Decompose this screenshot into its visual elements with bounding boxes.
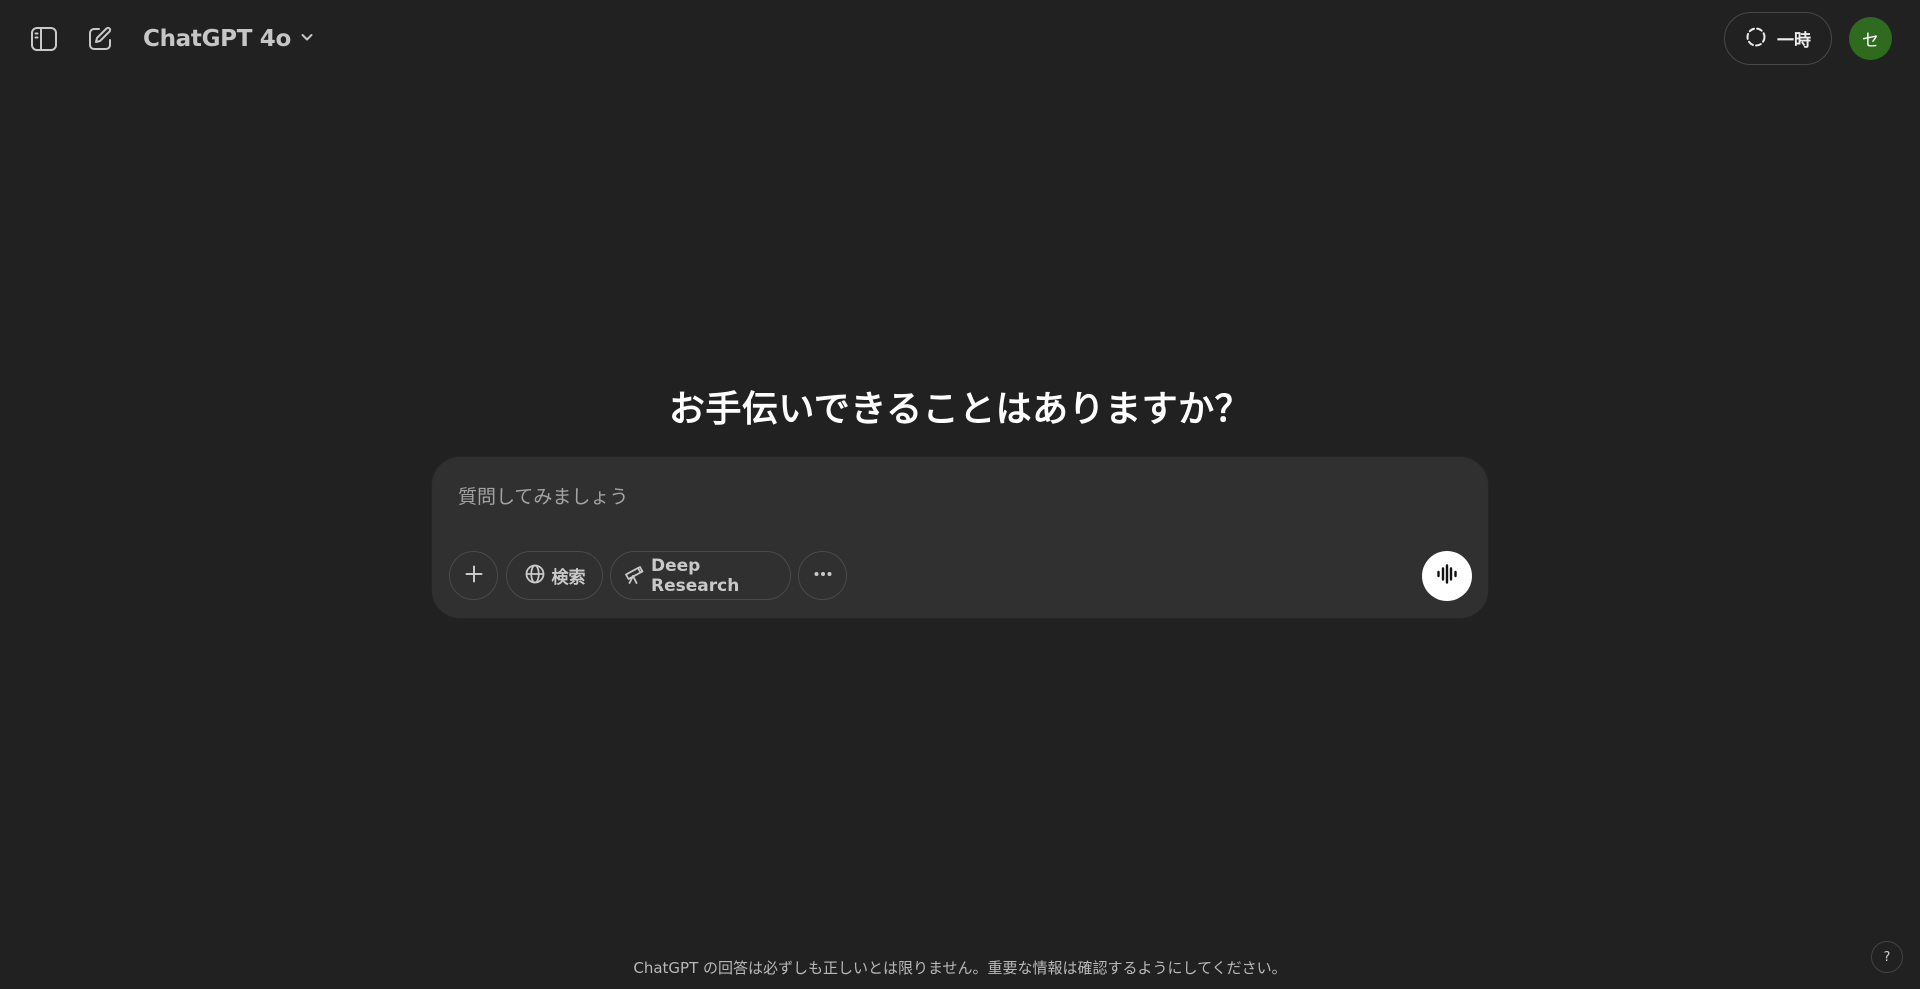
search-label: 検索 xyxy=(551,568,586,588)
avatar[interactable]: セ xyxy=(1849,17,1892,60)
top-bar: ChatGPT 4o 一時 セ xyxy=(0,0,1920,78)
composer: 検索 Deep Research xyxy=(432,457,1488,618)
attach-button[interactable] xyxy=(449,551,498,600)
search-button[interactable]: 検索 xyxy=(506,551,603,600)
chevron-down-icon xyxy=(299,29,315,49)
model-selector[interactable]: ChatGPT 4o xyxy=(133,19,325,59)
deep-research-button[interactable]: Deep Research xyxy=(610,551,791,600)
temporary-chat-label: 一時 xyxy=(1777,31,1811,51)
prompt-input[interactable] xyxy=(456,477,1356,517)
ellipsis-icon xyxy=(812,563,834,589)
deep-research-label: Deep Research xyxy=(651,555,740,596)
globe-icon xyxy=(524,563,546,589)
model-label: ChatGPT 4o xyxy=(143,26,292,52)
page-title: お手伝いできることはありますか？ xyxy=(668,389,1252,430)
voice-waveform-icon xyxy=(1434,561,1460,591)
plus-icon xyxy=(463,563,485,589)
disclaimer-text: ChatGPT の回答は必ずしも正しいとは限りません。重要な情報は確認するように… xyxy=(633,959,1287,977)
temporary-chat-button[interactable]: 一時 xyxy=(1724,12,1832,65)
compose-icon xyxy=(86,25,114,53)
new-chat-button[interactable] xyxy=(80,19,120,59)
dashed-circle-icon xyxy=(1745,26,1767,52)
help-button[interactable]: ? xyxy=(1871,941,1903,973)
telescope-icon xyxy=(623,563,645,589)
more-tools-button[interactable] xyxy=(798,551,847,600)
voice-mode-button[interactable] xyxy=(1422,551,1472,601)
sidebar-toggle-icon xyxy=(29,24,59,54)
sidebar-toggle-button[interactable] xyxy=(24,19,64,59)
